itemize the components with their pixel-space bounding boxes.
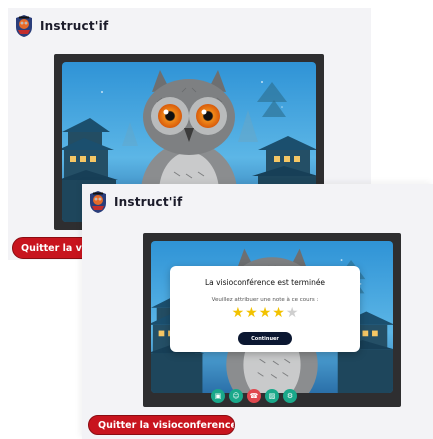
screen-share-icon[interactable]: ▣ [211, 389, 225, 403]
owl-logo-icon [88, 190, 108, 214]
star-rating[interactable]: ★ ★ ★ ★ ★ [170, 306, 360, 320]
call-controls: ▣ ☺ ☎ ▨ ⚙ [211, 389, 297, 403]
owl-logo-icon [14, 14, 34, 38]
star-icon[interactable]: ★ [272, 306, 285, 320]
dialog-title: La visioconférence est terminée [204, 278, 326, 287]
call-ended-dialog: La visioconférence est terminée Veuillez… [170, 266, 360, 352]
star-icon[interactable]: ★ [286, 306, 299, 320]
settings-icon[interactable]: ⚙ [283, 389, 297, 403]
hang-up-icon[interactable]: ☎ [247, 389, 261, 403]
star-icon[interactable]: ★ [259, 306, 272, 320]
continue-button[interactable]: Continuer [238, 332, 292, 345]
star-icon[interactable]: ★ [245, 306, 258, 320]
app-name: Instruct'if [40, 19, 109, 33]
app-logo: Instruct'if [88, 190, 182, 214]
call-ended-screen: Instruct'if La visioconférence est termi… [82, 184, 433, 439]
quit-call-button[interactable]: Quitter la visioconference [88, 415, 235, 435]
participant-icon[interactable]: ☺ [229, 389, 243, 403]
video-frame: La visioconférence est terminée Veuillez… [143, 233, 401, 407]
app-logo: Instruct'if [14, 14, 108, 38]
star-icon[interactable]: ★ [232, 306, 245, 320]
app-name: Instruct'if [114, 195, 183, 209]
image-icon[interactable]: ▨ [265, 389, 279, 403]
rating-prompt: Veuillez attribuer une note à ce cours : [211, 297, 319, 303]
